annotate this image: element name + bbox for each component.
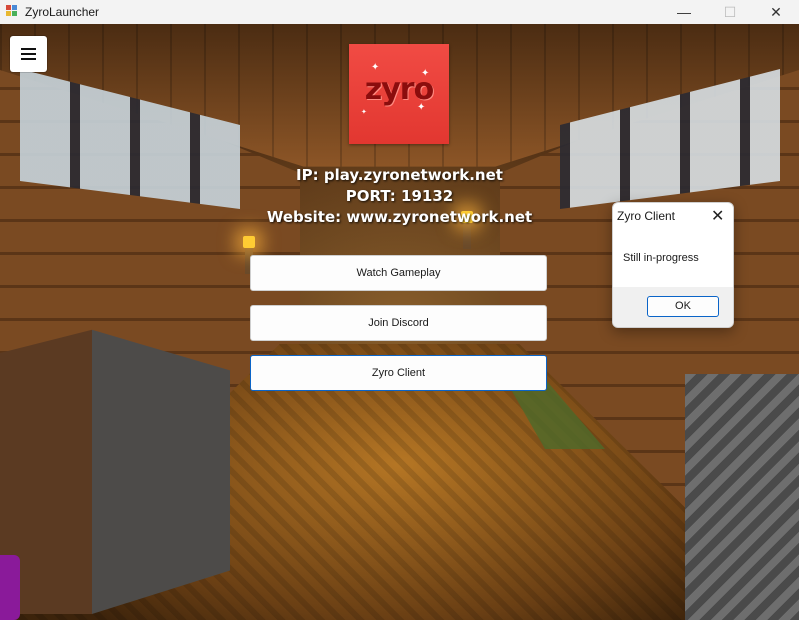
sparkle-icon: ✦: [361, 109, 367, 116]
window-title: ZyroLauncher: [25, 5, 100, 19]
stone-block: [685, 374, 799, 620]
hamburger-menu-icon[interactable]: [10, 36, 47, 72]
server-ip: IP: play.zyronetwork.net: [296, 166, 503, 184]
side-tab[interactable]: [0, 555, 20, 620]
title-bar: ZyroLauncher — ☐ ✕: [0, 0, 799, 25]
logo-text: zyro: [364, 72, 434, 107]
join-discord-button[interactable]: Join Discord: [250, 305, 547, 341]
server-port: PORT: 19132: [345, 187, 454, 205]
message-dialog: Zyro Client ✕ Still in-progress OK: [612, 202, 734, 328]
app-icon: [6, 5, 18, 17]
dialog-message: Still in-progress: [623, 252, 699, 264]
close-button[interactable]: ✕: [753, 0, 799, 24]
maximize-button[interactable]: ☐: [707, 0, 753, 24]
zyro-client-button[interactable]: Zyro Client: [250, 355, 547, 391]
close-icon[interactable]: ✕: [711, 206, 724, 226]
server-website: Website: www.zyronetwork.net: [266, 208, 533, 226]
ok-button[interactable]: OK: [647, 296, 719, 317]
watch-gameplay-button[interactable]: Watch Gameplay: [250, 255, 547, 291]
dialog-title: Zyro Client: [617, 209, 676, 223]
minimize-button[interactable]: —: [661, 0, 707, 24]
dialog-footer: OK: [613, 287, 733, 327]
crate-block: [0, 329, 230, 614]
zyro-logo: ✦ ✦ ✦ ✦ zyro: [349, 44, 449, 144]
